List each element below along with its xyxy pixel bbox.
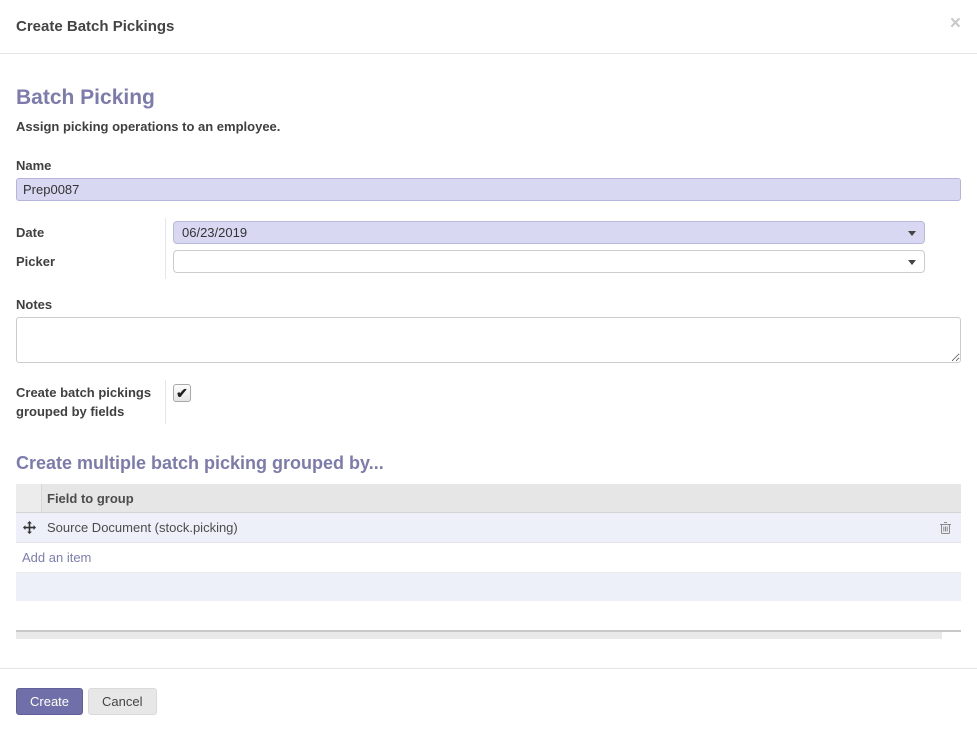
table-header-row: Field to group (16, 484, 961, 513)
notes-field-block: Notes (16, 297, 961, 363)
dialog-title: Create Batch Pickings (16, 18, 175, 35)
picker-label: Picker (16, 254, 56, 269)
chevron-down-icon (908, 260, 916, 265)
handle-column-header (16, 484, 42, 512)
name-label: Name (16, 158, 52, 173)
notes-label: Notes (16, 297, 53, 312)
page-subtitle: Assign picking operations to an employee… (16, 119, 281, 134)
check-icon: ✔ (176, 385, 188, 401)
notes-textarea[interactable] (16, 317, 961, 363)
move-icon (22, 521, 36, 534)
field-to-group-cell[interactable]: Source Document (stock.picking) (42, 520, 929, 535)
group-by-section-title: Create multiple batch picking grouped by… (16, 453, 384, 473)
date-label: Date (16, 225, 45, 240)
page-title: Batch Picking (16, 86, 155, 109)
create-batch-pickings-dialog: Create Batch Pickings × Batch Picking As… (0, 0, 977, 731)
trash-icon (939, 521, 951, 534)
drag-handle[interactable] (16, 521, 42, 534)
date-select[interactable]: 06/23/2019 (173, 221, 925, 244)
close-icon[interactable]: × (950, 14, 961, 33)
date-value: 06/23/2019 (182, 225, 248, 240)
name-field-block: Name (16, 158, 961, 201)
cancel-button[interactable]: Cancel (88, 688, 157, 715)
dialog-footer: Create Cancel (0, 668, 977, 731)
dialog-body: Batch Picking Assign picking operations … (0, 86, 977, 639)
add-an-item-link[interactable]: Add an item (16, 543, 961, 573)
grouped-checkbox-row: Create batch pickings grouped by fields … (16, 380, 961, 424)
grouped-label: Create batch pickings grouped by fields (16, 385, 152, 419)
column-header-field-to-group: Field to group (47, 491, 134, 506)
name-input[interactable] (16, 178, 961, 201)
date-picker-group: Date Picker 06/23/2019 (16, 218, 961, 279)
grouped-checkbox[interactable]: ✔ (173, 384, 191, 402)
scrollbar-thumb[interactable] (16, 632, 943, 639)
chevron-down-icon (908, 231, 916, 236)
dialog-header: Create Batch Pickings × (0, 0, 977, 54)
create-button[interactable]: Create (16, 688, 84, 715)
horizontal-scrollbar (16, 630, 961, 639)
picker-select[interactable] (173, 250, 925, 273)
delete-row-button[interactable] (929, 521, 961, 535)
table-empty-row (16, 573, 961, 601)
table-row[interactable]: Source Document (stock.picking) (16, 513, 961, 543)
field-to-group-table: Field to group Source Document (stock.pi… (16, 484, 961, 601)
